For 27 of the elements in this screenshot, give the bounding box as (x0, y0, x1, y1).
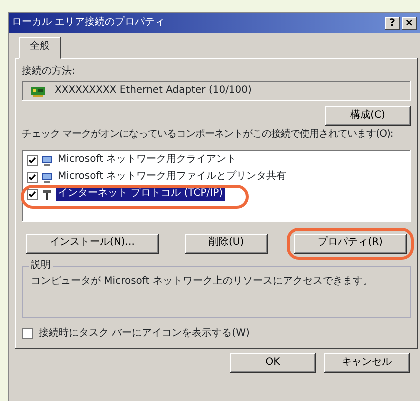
network-card-icon (31, 86, 45, 96)
components-label: チェック マークがオンになっているコンポーネントがこの接続で使用されています(O): (22, 129, 394, 142)
configure-button[interactable]: 構成(C) (325, 106, 411, 126)
help-button[interactable]: ? (385, 16, 400, 30)
component-button[interactable]: インストール(N)... (26, 234, 159, 254)
list-item[interactable]: インターネット プロトコル (TCP/IP) (56, 188, 226, 201)
checkbox-label: 接続時にタスク バーにアイコンを表示する(W) (39, 328, 250, 340)
group-title: 説明 (29, 260, 53, 272)
cancel-button[interactable]: キャンセル (324, 353, 410, 373)
checkbox[interactable] (27, 189, 38, 200)
tab[interactable]: 全般 (19, 37, 61, 58)
window-title: ローカル エリア接続のプロパティ (12, 16, 166, 30)
network-plug-icon (41, 188, 53, 200)
checkbox[interactable] (27, 172, 38, 183)
checkbox[interactable] (22, 328, 33, 340)
component-button[interactable]: 削除(U) (184, 234, 268, 254)
close-button[interactable]: × (402, 16, 417, 30)
computer-icon (41, 172, 53, 184)
ok-button[interactable]: OK (230, 353, 316, 373)
list-item[interactable]: Microsoft ネットワーク用ファイルとプリンタ共有 (56, 171, 289, 184)
computer-icon (41, 154, 53, 166)
adapter-name: XXXXXXXXX Ethernet Adapter (10/100) (55, 84, 252, 98)
checkbox[interactable] (27, 155, 38, 166)
connect-using-label: 接続の方法: (22, 66, 76, 78)
description-text: コンピュータが Microsoft ネットワーク上のリソースにアクセスできます。 (31, 276, 374, 288)
list-item[interactable]: Microsoft ネットワーク用クライアント (56, 154, 239, 167)
component-button[interactable]: プロパティ(R) (294, 234, 407, 254)
